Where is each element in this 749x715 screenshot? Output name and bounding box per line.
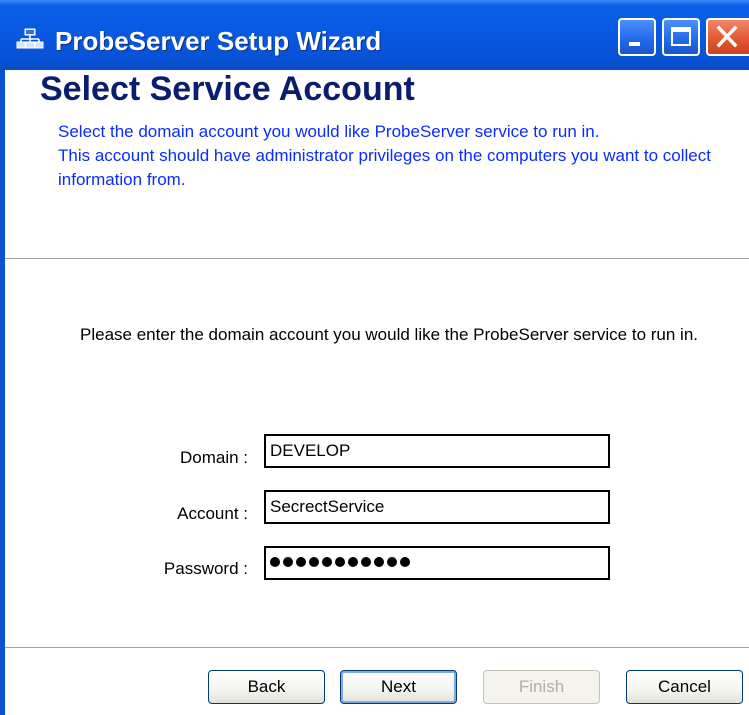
close-button[interactable] [706,18,749,56]
domain-input[interactable] [264,434,610,468]
footer-divider [5,647,749,649]
maximize-button[interactable] [662,18,700,56]
maximize-icon [671,27,691,46]
window-left-border [0,70,5,715]
cancel-button[interactable]: Cancel [626,670,743,704]
title-bar[interactable]: ProbeServer Setup Wizard [0,0,749,70]
password-input[interactable] [264,546,610,580]
minimize-icon [629,42,640,46]
account-input[interactable] [264,490,610,524]
page-description: Select the domain account you would like… [58,122,711,189]
close-icon [716,25,738,48]
domain-label: Domain : [179,448,248,467]
minimize-button[interactable] [618,18,656,56]
window-title: ProbeServer Setup Wizard [55,26,382,56]
next-button[interactable]: Next [340,670,457,704]
finish-button[interactable]: Finish [483,670,600,704]
password-label: Password : [163,559,248,578]
setup-wizard-window: ProbeServer Setup Wizard Select Service … [0,0,749,715]
page-title: Select Service Account [40,70,415,108]
network-computers-icon [16,28,44,49]
instruction-text: Please enter the domain account you woul… [80,325,699,344]
header-divider [5,258,749,260]
account-label: Account : [177,504,248,523]
back-button[interactable]: Back [208,670,325,704]
